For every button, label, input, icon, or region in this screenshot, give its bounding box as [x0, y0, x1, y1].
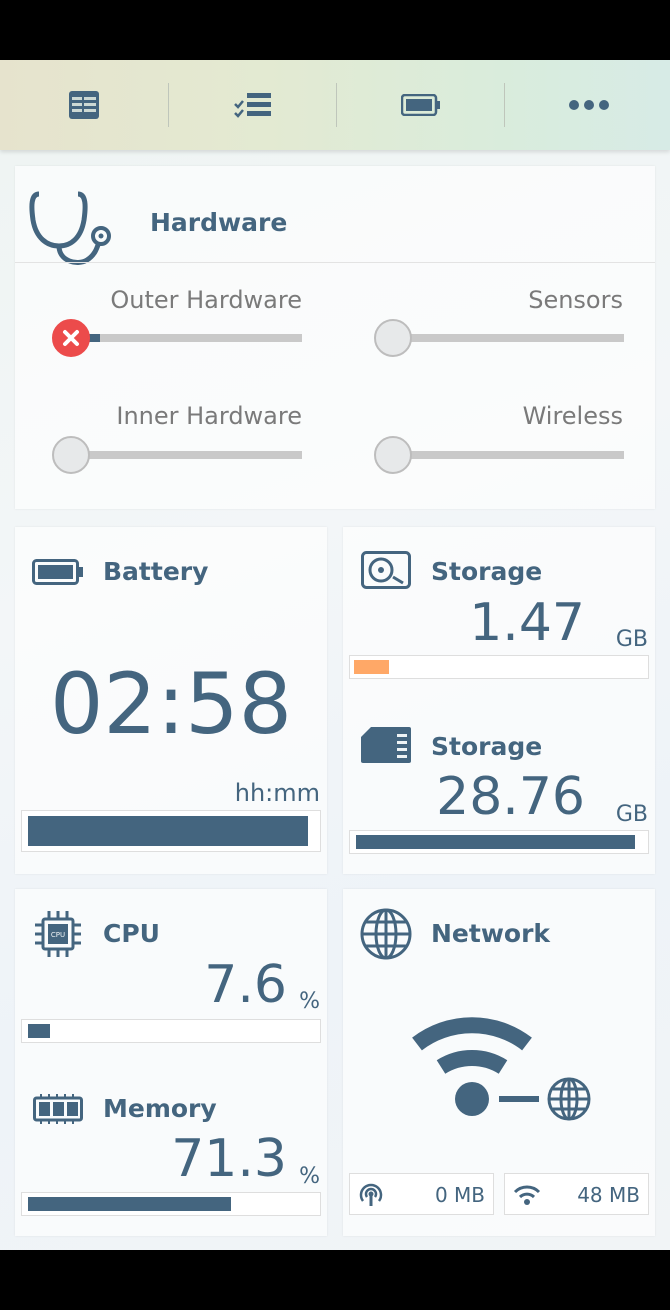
sensors-slider[interactable] — [393, 334, 624, 342]
outer-hardware-label: Outer Hardware — [110, 286, 302, 314]
memory-bar — [21, 1192, 321, 1216]
tab-checklist[interactable] — [169, 60, 337, 150]
inner-hardware-label: Inner Hardware — [116, 402, 302, 430]
sd-storage-bar — [349, 830, 649, 854]
wireless-label: Wireless — [522, 402, 623, 430]
battery-bar-fill — [28, 816, 308, 846]
internal-storage-bar-fill — [354, 660, 389, 674]
tab-dashboard[interactable] — [0, 60, 168, 150]
tab-battery[interactable] — [337, 60, 505, 150]
mobile-data-value: 0 MB — [434, 1183, 485, 1207]
outer-hardware-slider[interactable] — [70, 334, 302, 342]
cpu-bar-fill — [28, 1024, 50, 1038]
battery-time: 02:58 — [49, 655, 293, 753]
memory-value: 71.3 — [171, 1129, 287, 1189]
status-bar — [0, 0, 670, 60]
battery-icon — [32, 559, 83, 585]
cpu-value: 7.6 — [204, 955, 287, 1015]
cpu-chip-icon: CPU — [35, 911, 81, 957]
internal-storage-unit: GB — [615, 627, 648, 652]
battery-icon — [401, 94, 440, 116]
cpu-title: CPU — [103, 919, 160, 948]
sd-card-icon — [361, 727, 411, 763]
more-menu-button[interactable] — [505, 60, 670, 150]
sd-storage-title: Storage — [431, 732, 543, 761]
internal-storage-value: 1.47 — [469, 593, 585, 653]
memory-bar-fill — [28, 1197, 231, 1211]
top-toolbar — [0, 60, 670, 150]
storage-card[interactable]: Storage 1.47 GB Storage 28.76 GB — [343, 527, 655, 874]
wireless-slider[interactable] — [393, 451, 624, 459]
sd-storage-value: 28.76 — [436, 767, 585, 827]
wifi-data-box: 48 MB — [504, 1173, 649, 1215]
app-screen: Hardware Outer Hardware Sensors Inner Ha… — [0, 60, 670, 1250]
divider — [15, 262, 655, 263]
battery-time-unit: hh:mm — [234, 779, 320, 807]
sensors-label: Sensors — [528, 286, 623, 314]
battery-title: Battery — [103, 557, 209, 586]
internal-storage-title: Storage — [431, 557, 543, 586]
mobile-data-box: 0 MB — [349, 1173, 494, 1215]
cpu-memory-card[interactable]: CPU CPU 7.6 % Memory 71.3 % — [15, 889, 327, 1236]
inner-hardware-slider-knob[interactable] — [52, 436, 90, 474]
more-dots-icon — [569, 100, 609, 110]
memory-icon — [33, 1094, 83, 1124]
internal-storage-bar — [349, 655, 649, 679]
svg-text:CPU: CPU — [51, 931, 65, 939]
table-icon — [69, 91, 99, 119]
memory-title: Memory — [103, 1094, 217, 1123]
wifi-icon — [513, 1185, 541, 1205]
hard-drive-icon — [361, 551, 411, 589]
sd-storage-unit: GB — [615, 802, 648, 827]
wifi-to-globe-icon — [412, 1017, 591, 1121]
globe-icon — [360, 908, 412, 960]
hardware-title: Hardware — [150, 208, 288, 237]
memory-unit: % — [299, 1164, 320, 1189]
hardware-card[interactable]: Hardware Outer Hardware Sensors Inner Ha… — [15, 166, 655, 509]
outer-hardware-error-knob[interactable] — [52, 319, 90, 357]
network-card[interactable]: Network 0 MB 48 MB — [343, 889, 655, 1236]
cell-signal-icon — [359, 1183, 383, 1206]
cpu-unit: % — [299, 989, 320, 1014]
cpu-bar — [21, 1019, 321, 1043]
navigation-bar — [0, 1250, 670, 1310]
sensors-slider-knob[interactable] — [374, 319, 412, 357]
sd-storage-bar-fill — [356, 835, 635, 849]
battery-card[interactable]: Battery 02:58 hh:mm — [15, 527, 327, 874]
battery-bar — [21, 810, 321, 852]
checklist-icon — [234, 93, 271, 118]
inner-hardware-slider[interactable] — [70, 451, 302, 459]
close-icon — [63, 330, 79, 346]
stethoscope-icon — [29, 191, 111, 265]
wireless-slider-knob[interactable] — [374, 436, 412, 474]
network-title: Network — [431, 919, 551, 948]
wifi-data-value: 48 MB — [577, 1183, 640, 1207]
